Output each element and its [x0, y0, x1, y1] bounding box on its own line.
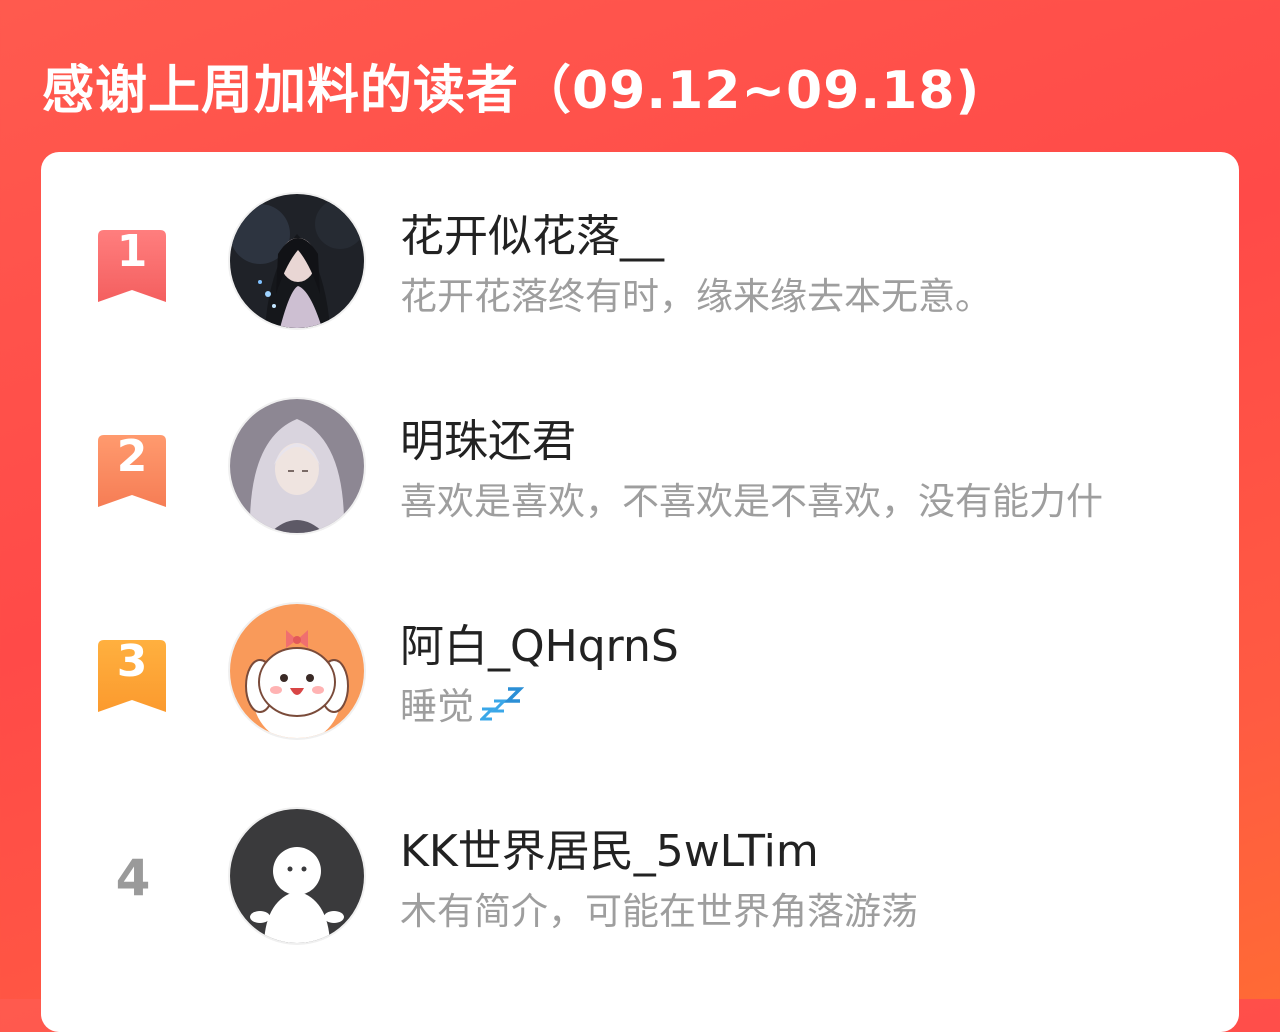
rank-number: 2	[116, 431, 148, 482]
puppy-avatar	[230, 604, 364, 738]
user-avatar[interactable]	[230, 399, 364, 533]
user-bio: 木有简介，可能在世界角落游荡	[400, 890, 918, 933]
list-item[interactable]: 4 KK世界居民_5wLTim 木有简介，可能在世界角落游荡	[41, 809, 1239, 949]
rank-number: 1	[116, 226, 148, 277]
bio-text: 睡觉	[400, 685, 474, 728]
zzz-sleep-icon	[478, 687, 524, 730]
user-bio: 睡觉	[400, 676, 524, 730]
default-ghost-avatar	[230, 809, 364, 943]
user-name[interactable]: 明珠还君	[400, 405, 576, 469]
page-title: 感谢上周加料的读者（09.12~09.18)	[42, 61, 981, 121]
user-bio: 花开花落终有时，缘来缘去本无意。	[400, 275, 992, 318]
reader-list-card: 1 花开似花落__ 花开花落终有时，缘来缘去本无意。 2 明珠还君 喜欢是喜欢，…	[41, 152, 1239, 1032]
rank-ribbon-badge: 3	[98, 636, 166, 712]
list-item[interactable]: 1 花开似花落__ 花开花落终有时，缘来缘去本无意。	[41, 194, 1239, 334]
user-avatar[interactable]	[230, 809, 364, 943]
user-name[interactable]: KK世界居民_5wLTim	[400, 815, 819, 879]
user-name[interactable]: 花开似花落__	[400, 200, 664, 264]
anime-girl-avatar	[230, 194, 364, 328]
rank-ribbon-badge: 2	[98, 431, 166, 507]
user-bio: 喜欢是喜欢，不喜欢是不喜欢，没有能力什	[400, 480, 1103, 523]
rank-number: 4	[115, 849, 151, 907]
rank-ribbon-badge: 1	[98, 226, 166, 302]
user-name[interactable]: 阿白_QHqrnS	[400, 610, 679, 674]
user-avatar[interactable]	[230, 194, 364, 328]
rank-number: 3	[116, 636, 148, 687]
list-item[interactable]: 3 阿白_QHqrnS 睡觉	[41, 604, 1239, 744]
user-avatar[interactable]	[230, 604, 364, 738]
list-item[interactable]: 2 明珠还君 喜欢是喜欢，不喜欢是不喜欢，没有能力什	[41, 399, 1239, 539]
white-hair-girl-avatar	[230, 399, 364, 533]
